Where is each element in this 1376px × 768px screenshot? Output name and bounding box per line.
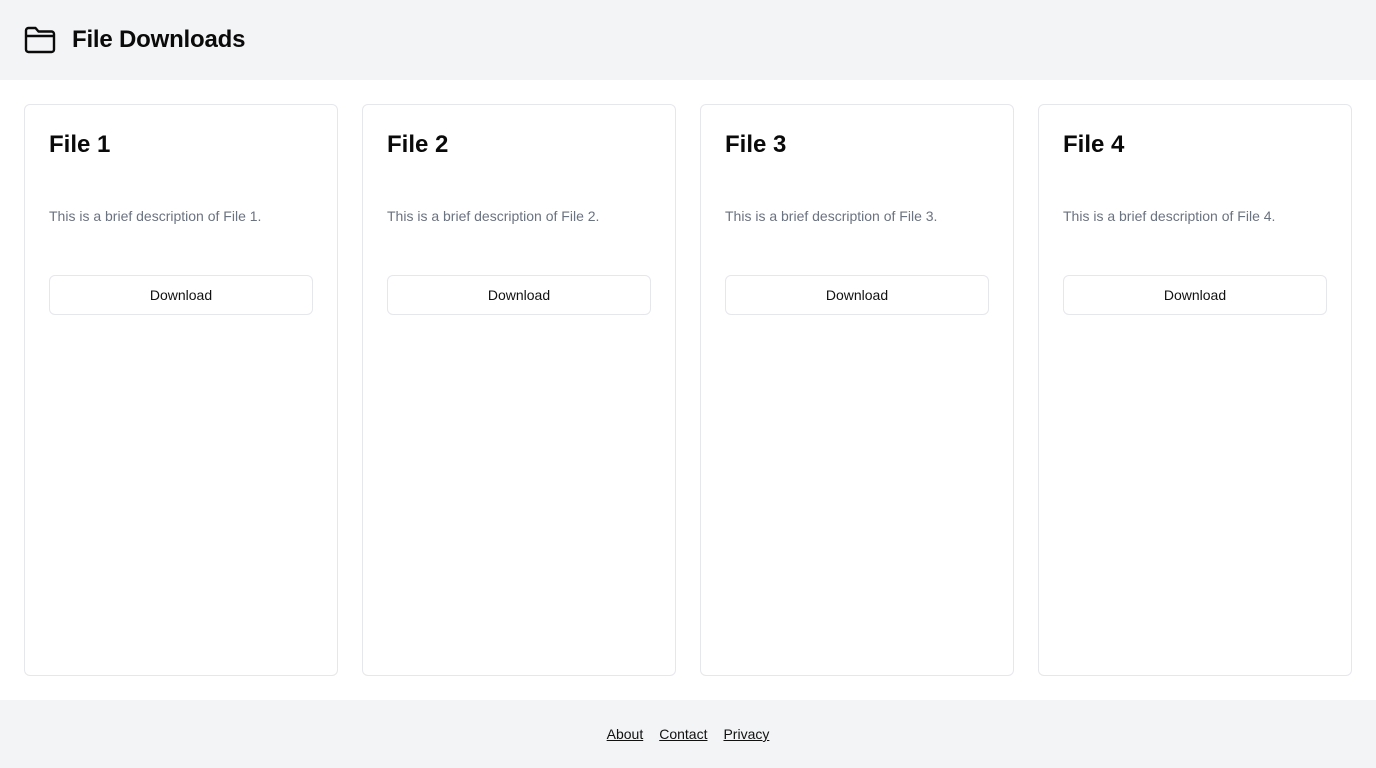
footer-link-contact[interactable]: Contact [659,726,707,742]
file-card: File 2 This is a brief description of Fi… [362,104,676,676]
download-button[interactable]: Download [49,275,313,315]
footer-link-about[interactable]: About [607,726,644,742]
file-title: File 1 [49,131,111,158]
file-title: File 3 [725,131,787,158]
file-grid: File 1 This is a brief description of Fi… [0,80,1376,700]
page-title: File Downloads [72,26,246,53]
file-description: This is a brief description of File 4. [1063,208,1276,224]
file-card: File 4 This is a brief description of Fi… [1038,104,1352,676]
file-card: File 3 This is a brief description of Fi… [700,104,1014,676]
download-button[interactable]: Download [725,275,989,315]
download-button[interactable]: Download [387,275,651,315]
file-description: This is a brief description of File 3. [725,208,938,224]
file-description: This is a brief description of File 1. [49,208,262,224]
page-footer: About Contact Privacy [0,700,1376,768]
file-card: File 1 This is a brief description of Fi… [24,104,338,676]
file-title: File 2 [387,131,449,158]
folder-icon [24,24,56,56]
page-header: File Downloads [0,0,1376,80]
file-description: This is a brief description of File 2. [387,208,600,224]
download-button[interactable]: Download [1063,275,1327,315]
footer-link-privacy[interactable]: Privacy [723,726,769,742]
file-title: File 4 [1063,131,1125,158]
